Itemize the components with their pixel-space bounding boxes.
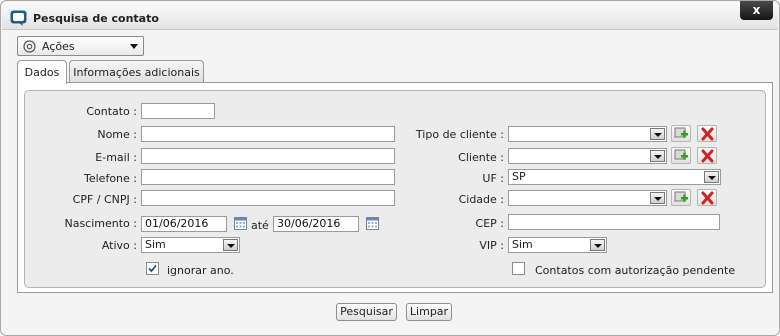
remove-icon (701, 149, 714, 163)
autorizacao-pendente-checkbox[interactable] (512, 262, 525, 275)
ativo-value: Sim (145, 238, 166, 251)
tab-informacoes-adicionais[interactable]: Informações adicionais (69, 60, 204, 84)
uf-label: UF : (482, 172, 504, 185)
chevron-down-icon (650, 128, 665, 140)
ativo-label: Ativo : (101, 239, 137, 252)
nascimento-to-input[interactable]: 30/06/2016 (273, 216, 359, 232)
cpf-cnpj-input[interactable] (141, 190, 395, 206)
vip-label: VIP : (479, 239, 504, 252)
nome-label: Nome : (97, 128, 137, 141)
tipo-cliente-label: Tipo de cliente : (415, 128, 504, 141)
gear-icon (23, 40, 36, 53)
close-button[interactable]: x (740, 1, 773, 20)
chevron-down-icon (650, 150, 665, 162)
cliente-select[interactable] (508, 148, 667, 164)
tipo-cliente-select[interactable] (508, 126, 667, 142)
cep-label: CEP : (475, 217, 504, 230)
nascimento-from-input[interactable]: 01/06/2016 (141, 216, 227, 232)
add-icon (674, 127, 688, 138)
actions-dropdown[interactable]: Ações (17, 36, 144, 56)
calendar-icon[interactable] (234, 216, 247, 230)
remove-cliente-button[interactable] (697, 147, 717, 164)
uf-value: SP (512, 170, 526, 183)
add-cliente-button[interactable] (671, 147, 691, 164)
cpf-cnpj-label: CPF / CNPJ : (72, 193, 137, 206)
add-tipo-cliente-button[interactable] (671, 125, 691, 142)
cidade-select[interactable] (508, 190, 667, 206)
ate-label: até (251, 219, 269, 232)
cidade-label: Cidade : (458, 193, 504, 206)
remove-cidade-button[interactable] (697, 189, 717, 206)
nascimento-label: Nascimento : (64, 217, 137, 230)
search-form (24, 90, 766, 288)
dialog-title: Pesquisa de contato (33, 12, 159, 25)
add-cidade-button[interactable] (671, 189, 691, 206)
ignorar-ano-label: ignorar ano. (167, 264, 234, 277)
telefone-label: Telefone : (84, 172, 137, 185)
contato-input[interactable] (141, 103, 215, 119)
title-bar: Pesquisa de contato (2, 2, 778, 30)
search-contact-dialog: Pesquisa de contato x Ações Dados Inform… (0, 0, 780, 336)
add-icon (674, 191, 688, 202)
actions-label: Ações (42, 40, 75, 53)
chevron-down-icon (223, 239, 238, 251)
app-icon (10, 10, 27, 26)
tab-dados[interactable]: Dados (17, 60, 67, 84)
cep-input[interactable] (508, 214, 720, 230)
clear-button[interactable]: Limpar (406, 303, 452, 321)
checkmark-icon (148, 264, 157, 273)
search-button[interactable]: Pesquisar (336, 303, 397, 321)
email-input[interactable] (141, 148, 395, 164)
chevron-down-icon (650, 192, 665, 204)
uf-select[interactable]: SP (508, 169, 721, 185)
chevron-down-icon (590, 239, 605, 251)
remove-icon (701, 191, 714, 205)
chevron-down-icon (130, 44, 138, 49)
contato-label: Contato : (86, 105, 137, 118)
vip-select[interactable]: Sim (508, 237, 607, 253)
chevron-down-icon (704, 171, 719, 183)
telefone-input[interactable] (141, 169, 395, 185)
email-label: E-mail : (95, 151, 137, 164)
autorizacao-pendente-label: Contatos com autorização pendente (535, 264, 736, 277)
ignorar-ano-checkbox[interactable] (146, 262, 159, 275)
ativo-select[interactable]: Sim (141, 237, 240, 253)
add-icon (674, 149, 688, 160)
calendar-icon[interactable] (366, 216, 379, 230)
remove-tipo-cliente-button[interactable] (697, 125, 717, 142)
vip-value: Sim (512, 238, 533, 251)
cliente-label: Cliente : (458, 151, 504, 164)
remove-icon (701, 127, 714, 141)
nome-input[interactable] (141, 126, 395, 142)
